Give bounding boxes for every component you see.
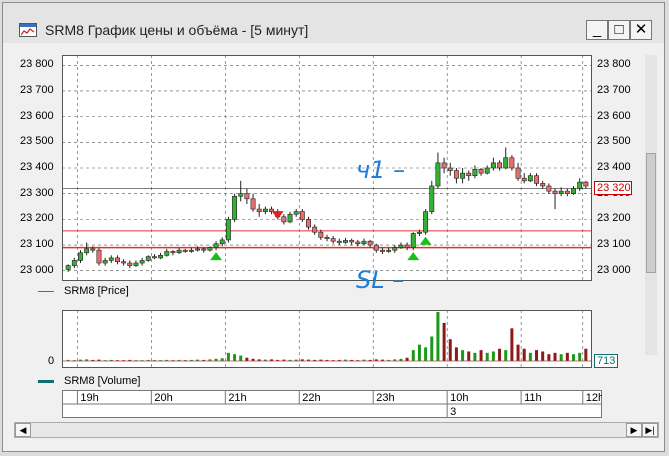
date-label: 3 — [450, 406, 456, 418]
price-tick-left: 23 700 — [20, 83, 54, 96]
price-tick-right: 23 600 — [597, 109, 631, 122]
price-tick-left: 23 000 — [20, 263, 54, 276]
price-legend-label: SRM8 [Price] — [64, 285, 129, 297]
vertical-scrollbar[interactable] — [645, 55, 657, 355]
time-label: 12h — [586, 392, 602, 404]
window-title: SRM8 График цены и объёма - [5 минут] — [45, 22, 309, 38]
current-volume-label: 713 — [597, 355, 616, 367]
price-panel-frame — [62, 55, 592, 281]
minimize-button[interactable]: _ — [586, 20, 608, 40]
price-tick-left: 23 800 — [20, 58, 54, 71]
price-legend-swatch — [38, 291, 54, 292]
time-axis: 19h 20h 21h 22h 23h 10h 11h 12h 3 — [62, 390, 602, 418]
time-label: 23h — [376, 392, 394, 404]
vertical-scroll-thumb[interactable] — [646, 153, 656, 273]
take-profit-annotation: ч1 – — [356, 156, 406, 184]
current-price-label: 23 320 — [597, 182, 631, 194]
time-label: 21h — [228, 392, 246, 404]
price-tick-left: 23 500 — [20, 135, 54, 148]
price-tick-right: 23 400 — [597, 161, 631, 173]
volume-legend-label: SRM8 [Volume] — [64, 375, 141, 387]
scroll-right-button[interactable]: ▶ — [626, 423, 642, 437]
current-volume-box: 713 — [594, 354, 618, 368]
close-button[interactable]: ✕ — [630, 20, 652, 40]
time-label: 19h — [80, 392, 98, 404]
price-tick-right: 23 100 — [597, 238, 631, 251]
price-tick-left: 23 400 — [20, 161, 54, 173]
time-label: 22h — [302, 392, 320, 404]
time-label: 20h — [154, 392, 172, 404]
scroll-end-button[interactable]: ▶| — [642, 423, 658, 437]
price-tick-right: 23 500 — [597, 135, 631, 148]
scroll-left-button[interactable]: ◀ — [15, 423, 31, 437]
chart-app-icon — [19, 23, 37, 37]
title-bar[interactable]: SRM8 График цены и объёма - [5 минут] _ … — [3, 3, 664, 43]
price-tick-right: 23 200 — [597, 212, 631, 225]
volume-zero-label: 0 — [48, 355, 55, 367]
volume-legend-swatch — [38, 380, 54, 383]
time-label: 10h — [450, 392, 468, 404]
price-tick-left: 23 300 — [20, 186, 54, 199]
price-tick-right: 23 000 — [597, 263, 631, 276]
time-label: 11h — [524, 392, 542, 404]
price-tick-right: 23 800 — [597, 58, 631, 71]
volume-panel-frame — [62, 310, 592, 368]
price-tick-right: 23 700 — [597, 83, 631, 96]
price-tick-left: 23 100 — [20, 238, 54, 251]
maximize-button[interactable]: □ — [608, 20, 630, 40]
price-tick-left: 23 200 — [20, 212, 54, 225]
current-price-box: 23 320 — [594, 181, 632, 195]
horizontal-scrollbar[interactable]: ◀ ▶ ▶| — [14, 422, 659, 438]
price-tick-left: 23 600 — [20, 109, 54, 122]
stop-loss-annotation: SL – — [356, 266, 405, 294]
